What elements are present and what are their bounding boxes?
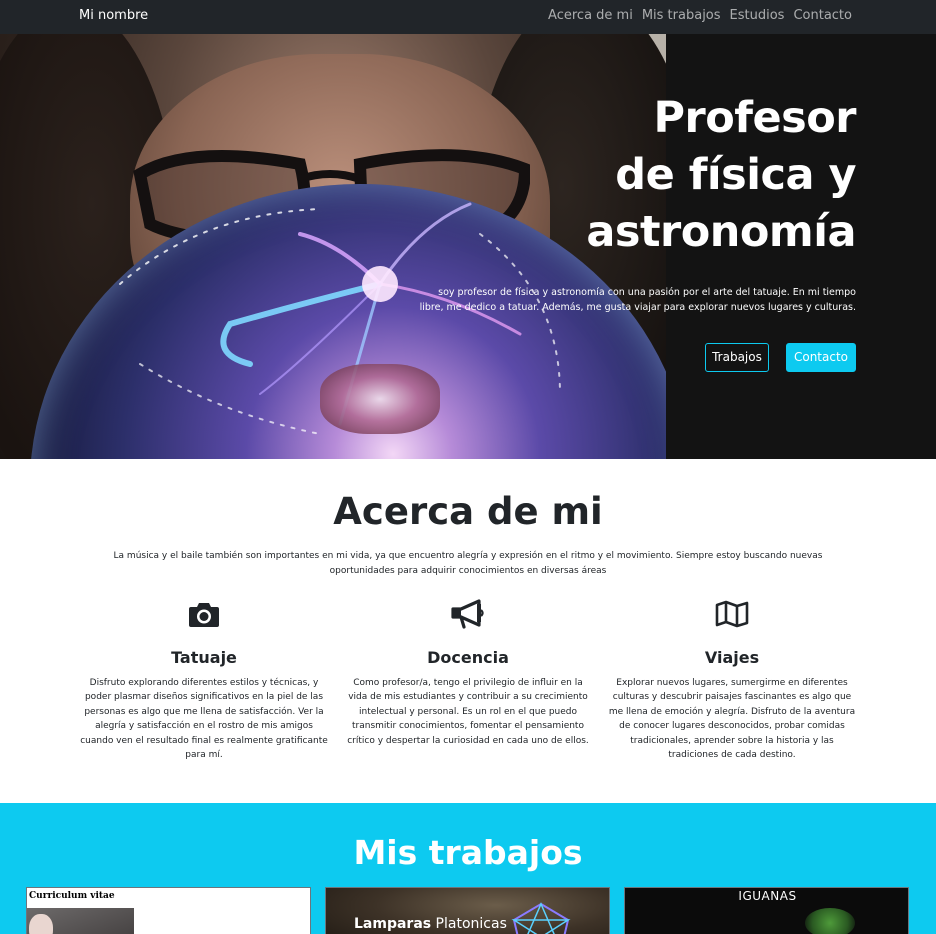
- nav-link-trabajos[interactable]: Mis trabajos: [642, 8, 721, 23]
- contact-button[interactable]: Contacto: [786, 343, 856, 372]
- feature-title-viajes: Viajes: [704, 648, 760, 667]
- cat-shape: [29, 914, 53, 934]
- feature-docencia: Docencia Como profesor/a, tengo el privi…: [343, 598, 593, 748]
- works-title: Mis trabajos: [353, 833, 583, 872]
- works-button[interactable]: Trabajos: [705, 343, 769, 372]
- iguana-shape: [805, 908, 855, 934]
- nav-link-contacto[interactable]: Contacto: [793, 8, 852, 23]
- work-card-cv[interactable]: Curriculum vitae: [26, 887, 311, 934]
- work-card-cv-title: Curriculum vitae: [29, 891, 115, 901]
- lamp-title-bold: Lamparas: [354, 916, 432, 932]
- hero-section: Profesor de física y astronomía soy prof…: [0, 34, 936, 459]
- work-card-iguanas-title: IGUANAS: [738, 889, 797, 903]
- map-icon: [607, 598, 857, 630]
- works-section: Mis trabajos Curriculum vitae Lamparas P…: [0, 803, 936, 934]
- work-card-cv-image: [27, 908, 134, 934]
- feature-viajes: Viajes Explorar nuevos lugares, sumergir…: [607, 598, 857, 762]
- feature-text-viajes: Explorar nuevos lugares, sumergirme en d…: [608, 678, 856, 761]
- lamp-title-rest: Platonicas: [431, 916, 507, 932]
- work-card-lamparas-title: Lamparas Platonicas: [354, 916, 507, 932]
- megaphone-icon: [343, 598, 593, 630]
- nav-link-estudios[interactable]: Estudios: [730, 8, 785, 23]
- brand-link[interactable]: Mi nombre: [79, 8, 148, 23]
- feature-title-docencia: Docencia: [427, 648, 509, 667]
- hero-title-line-2: de física y: [615, 150, 856, 200]
- hero-lead: soy profesor de física y astronomía con …: [419, 287, 856, 313]
- hero-title-line-1: Profesor: [653, 93, 857, 143]
- navbar: Mi nombre Acerca de mi Mis trabajos Estu…: [0, 0, 936, 34]
- feature-text-docencia: Como profesor/a, tengo el privilegio de …: [347, 678, 589, 746]
- feature-text-tatuaje: Disfruto explorando diferentes estilos y…: [80, 678, 328, 761]
- hero-title-line-3: astronomía: [586, 207, 856, 257]
- platonic-lamp-icon: [511, 902, 571, 934]
- photo-mouth: [320, 364, 440, 434]
- hero-title: Profesor de física y astronomía: [586, 90, 856, 261]
- about-title: Acerca de mi: [333, 490, 603, 533]
- nav-links: Acerca de mi Mis trabajos Estudios Conta…: [548, 8, 852, 23]
- work-card-iguanas[interactable]: IGUANAS: [624, 887, 909, 934]
- about-text: La música y el baile también son importa…: [113, 551, 823, 576]
- work-card-lamparas[interactable]: Lamparas Platonicas: [325, 887, 610, 934]
- feature-tatuaje: Tatuaje Disfruto explorando diferentes e…: [79, 598, 329, 762]
- nav-link-acerca[interactable]: Acerca de mi: [548, 8, 633, 23]
- camera-icon: [79, 598, 329, 630]
- hero-photo: [0, 34, 666, 459]
- hero-buttons: Trabajos Contacto: [705, 343, 856, 372]
- feature-title-tatuaje: Tatuaje: [171, 648, 237, 667]
